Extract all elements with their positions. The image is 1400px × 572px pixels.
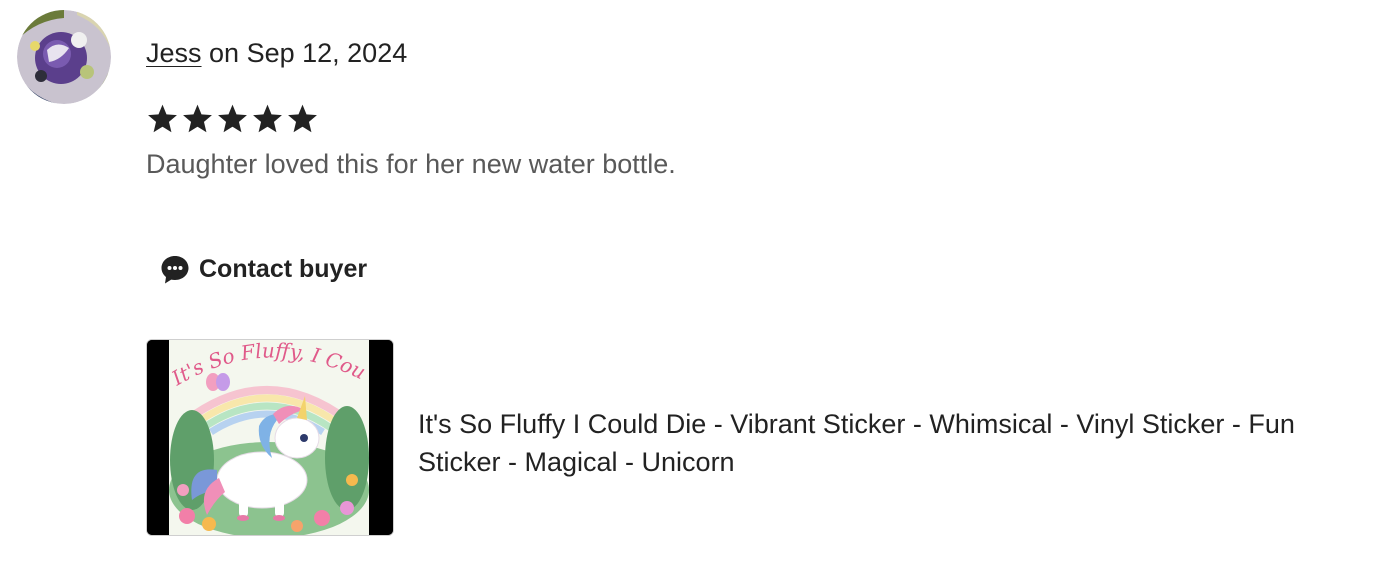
avatar-image [17,10,111,104]
avatar[interactable] [17,10,111,104]
contact-buyer-label: Contact buyer [199,254,368,283]
star-icon [218,104,247,133]
author-link[interactable]: Jess [146,38,202,68]
star-rating [146,102,319,138]
review-text: Daughter loved this for her new water bo… [146,149,676,179]
review-byline: Jess on Sep 12, 2024 [146,36,407,70]
listing-thumbnail[interactable]: It's So Fluffy, I Could Die! [146,339,394,536]
review-date: Sep 12, 2024 [246,38,408,68]
listing-image: It's So Fluffy, I Could Die! [147,340,393,535]
chat-bubble-icon [161,255,189,283]
contact-buyer-button[interactable]: Contact buyer [160,250,367,288]
star-icon [183,104,212,133]
star-icon [288,104,317,133]
listing-title-link[interactable]: It's So Fluffy I Could Die - Vibrant Sti… [418,405,1378,481]
star-icon [148,104,177,133]
review-card: Jess on Sep 12, 2024 Daughter loved this… [0,0,1400,572]
byline-separator: on [201,38,247,68]
star-icon [253,104,282,133]
